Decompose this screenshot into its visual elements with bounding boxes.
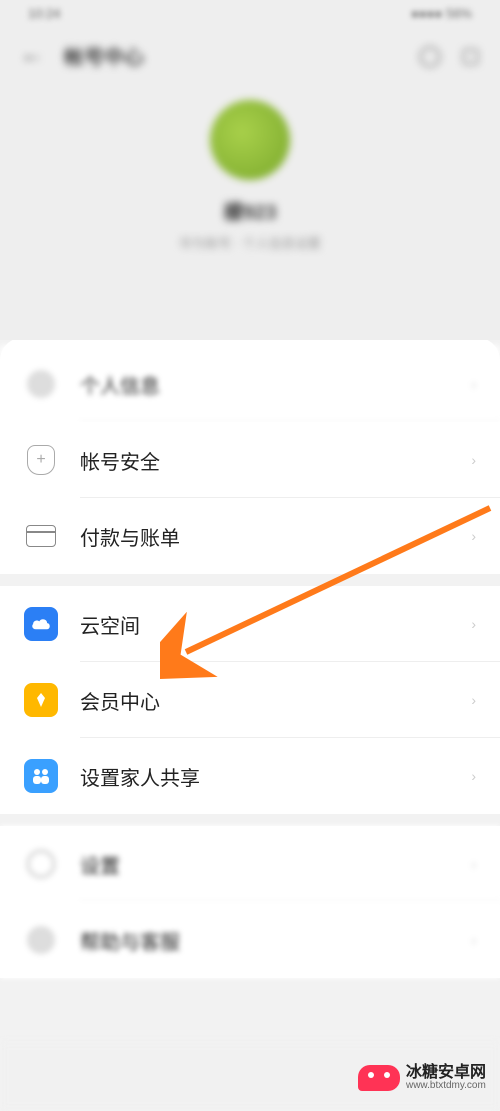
- back-icon[interactable]: ←: [20, 41, 44, 69]
- status-bar: 10:24 ●●●● 56%: [0, 0, 500, 30]
- chevron-right-icon: ›: [471, 528, 476, 544]
- row-label: 个人信息: [80, 370, 471, 399]
- row-cloud-space[interactable]: 云空间 ›: [0, 586, 500, 662]
- gear-icon: [27, 850, 55, 878]
- row-help[interactable]: 帮助与客服 ›: [0, 902, 500, 978]
- row-label: 付款与账单: [80, 522, 471, 551]
- profile-subtitle: 华为账号 · 个人信息设置: [179, 233, 321, 252]
- scan-icon[interactable]: ▢: [461, 43, 480, 68]
- profile-section[interactable]: 檬923 华为账号 · 个人信息设置: [0, 100, 500, 252]
- row-label: 设置: [80, 850, 471, 879]
- row-label: 帐号安全: [80, 446, 471, 475]
- card-icon: [26, 525, 56, 547]
- chevron-right-icon: ›: [471, 768, 476, 784]
- row-payment-bills[interactable]: 付款与账单 ›: [0, 498, 500, 574]
- status-battery: ●●●● 56%: [411, 6, 472, 24]
- avatar[interactable]: [210, 100, 290, 180]
- member-icon: [24, 683, 58, 717]
- watermark-url: www.btxtdmy.com: [406, 1081, 486, 1091]
- chevron-right-icon: ›: [471, 856, 476, 872]
- cloud-icon: [24, 607, 58, 641]
- message-icon[interactable]: ◯: [419, 43, 441, 68]
- row-label: 帮助与客服: [80, 926, 471, 955]
- nav-bar: ← 帐号中心 ◯ ▢: [0, 30, 500, 80]
- chevron-right-icon: ›: [471, 452, 476, 468]
- watermark-logo-icon: [358, 1065, 400, 1091]
- row-settings[interactable]: 设置 ›: [0, 826, 500, 902]
- row-label: 云空间: [80, 610, 471, 639]
- row-label: 会员中心: [80, 686, 471, 715]
- status-time: 10:24: [28, 6, 61, 24]
- person-icon: [27, 370, 55, 398]
- username: 檬923: [223, 196, 276, 225]
- shield-icon: +: [27, 445, 55, 475]
- chevron-right-icon: ›: [471, 692, 476, 708]
- chevron-right-icon: ›: [471, 932, 476, 948]
- family-icon: [24, 759, 58, 793]
- row-family-sharing[interactable]: 设置家人共享 ›: [0, 738, 500, 814]
- settings-list: 个人信息 › + 帐号安全 › 付款与账单 › 云空间 › 会员中心 ›: [0, 338, 500, 978]
- header-area: 10:24 ●●●● 56% ← 帐号中心 ◯ ▢ 檬923 华为账号 · 个人…: [0, 0, 500, 340]
- watermark-name: 冰糖安卓网: [406, 1065, 486, 1081]
- help-icon: [27, 926, 55, 954]
- chevron-right-icon: ›: [471, 616, 476, 632]
- chevron-right-icon: ›: [471, 376, 476, 392]
- row-personal-info[interactable]: 个人信息 ›: [0, 346, 500, 422]
- page-title: 帐号中心: [64, 41, 419, 70]
- row-account-security[interactable]: + 帐号安全 ›: [0, 422, 500, 498]
- row-label: 设置家人共享: [80, 762, 471, 791]
- row-member-center[interactable]: 会员中心 ›: [0, 662, 500, 738]
- watermark: 冰糖安卓网 www.btxtdmy.com: [358, 1065, 486, 1091]
